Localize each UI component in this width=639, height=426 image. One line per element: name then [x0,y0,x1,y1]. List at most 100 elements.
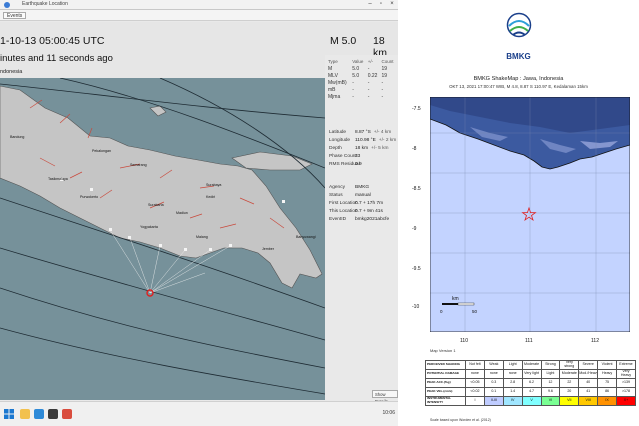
mag-type: Mjma [328,93,341,100]
mag-count: 19 [381,72,388,79]
intensity-cell: X+ [616,396,636,406]
legend-row-label: POTENTIAL DAMAGE [425,369,466,379]
legend-cell: <0.05 [465,378,485,388]
legend-cell: Light [502,360,523,370]
status-row: Status manual [329,193,371,198]
legend-cell: 86 [597,387,617,397]
place-label: Surabaya [206,183,221,187]
phase-count-row: Phase Count33 [329,154,361,159]
minimize-button[interactable]: – [366,1,374,8]
mag-unc: - [367,86,370,93]
rms-row: RMS Residual0.9 [329,162,362,167]
longitude-row: Longitude 110.98 °E +/- 2 km [329,138,397,143]
legend-cell: Strong [540,360,561,370]
scale-footnote: Scale based upon Worden et al. (2012) [430,418,491,422]
legend-cell: none [483,369,504,379]
bmkg-logo-icon [506,12,532,38]
table-row[interactable]: Mjma - - - [327,93,397,100]
depth-row: Depth 18 km +/- 5 km [329,146,389,151]
show-details-button[interactable]: Show Details [372,390,398,404]
legend-row-label: PERCEIVED SHAKING [425,360,466,370]
place-label: Yogyakarta [140,225,158,229]
lat-label: -9.5 [412,266,421,272]
mag-unc: 0.22 [367,72,378,79]
legend-cell: 9.6 [540,387,561,397]
legend-cell: Light [540,369,561,379]
start-icon[interactable] [4,409,14,419]
window-titlebar: Earthquake Location – ▫ × [0,0,398,10]
lon-label: 112 [591,338,599,344]
mag-value: - [352,86,354,93]
folder-icon[interactable] [20,409,30,419]
shakemap-title: BMKG ShakeMap : Jawa, Indonesia [473,76,564,82]
latitude-row: Latitude 8.87 °S +/- 4 km [329,130,392,135]
browser-icon[interactable] [34,409,44,419]
terminal-icon[interactable] [48,409,58,419]
col-header: Value [352,59,364,64]
place-label: Banyuwangi [296,235,316,239]
intensity-cell: VIII [578,396,599,406]
close-button[interactable]: × [388,1,396,8]
legend-cell: 1.4 [502,387,523,397]
legend-row-intensity: INSTRUMENTAL INTENSITY I II-III IV V VI … [425,396,636,406]
legend-cell: Weak [483,360,504,370]
legend-cell: >178 [616,387,636,397]
legend-cell: Heavy [597,369,617,379]
intensity-cell: I [465,396,485,406]
maximize-button[interactable]: ▫ [377,1,385,8]
legend-cell: 6.2 [521,378,542,388]
event-map[interactable]: Bandung Tasikmalaya Pekalongan Semarang … [0,78,325,400]
table-row[interactable]: Mw(mB) - - - [327,79,397,86]
seismic-app-window: Earthquake Location – ▫ × Events 1-10-13… [0,0,398,426]
scale-tick-50: 50 [472,309,478,314]
legend-row-label: PEAK VEL.(cm/s) [425,387,466,397]
taskbar: 10:06 [0,401,398,426]
mag-count: - [381,86,384,93]
mag-unc: - [367,93,370,100]
seismic-app-icon[interactable] [62,409,72,419]
col-header: Count [381,59,394,64]
agency-row: Agency BMKG [329,185,370,190]
legend-row-label: PEAK ACC.(%g) [425,378,466,388]
legend-cell: Extreme [616,360,636,370]
mag-unc: - [367,79,370,86]
place-label: Jember [262,247,275,251]
legend-cell: none [465,369,485,379]
place-label: Surakarta [148,203,164,207]
shakemap-subtitle: OKT 13, 2021 17:00:47 WIB, M 4.8, 8.87 S… [449,84,588,89]
tray-clock: 10:06 [382,410,395,416]
mag-value: - [352,93,354,100]
legend-cell: Very strong [559,360,580,370]
legend-cell: Moderate [559,369,580,379]
legend-row-damage: POTENTIAL DAMAGE none none none Very lig… [425,369,636,379]
intensity-cell: IV [502,396,523,406]
this-location-row: This Location0.7 + 9m 41s [329,209,383,214]
table-row[interactable]: M 5.0 - 19 [327,65,397,72]
legend-cell: Severe [578,360,599,370]
app-icon [4,2,10,8]
mag-unc: - [367,65,370,72]
legend-cell: 41 [578,387,599,397]
table-row[interactable]: mB - - - [327,86,397,93]
shakemap-plot: km 0 50 [430,97,630,332]
legend-cell: Very light [521,369,542,379]
legend-cell: 22 [559,378,580,388]
intensity-legend: PERCEIVED SHAKING Not felt Weak Light Mo… [425,360,636,406]
event-id-row: EventID bmkg2021abcfe [329,217,390,222]
lon-label: 111 [525,338,533,344]
events-button[interactable]: Events [3,12,27,19]
legend-cell: Not felt [465,360,485,370]
magnitude-value: M 5.0 [330,35,357,47]
mag-type: M [328,65,333,72]
legend-cell: <0.02 [465,387,485,397]
table-row[interactable]: MLV 5.0 0.22 19 [327,72,397,79]
legend-cell: 20 [559,387,580,397]
lat-label: -8 [412,146,417,152]
map-version: Map Version 1 [430,348,456,353]
legend-cell: 4.7 [521,387,542,397]
lat-label: -8.5 [412,186,421,192]
legend-cell: >139 [616,378,636,388]
magnitude-table: Type Value +/- Count M 5.0 - 19 MLV 5.0 … [327,58,397,100]
origin-time: 1-10-13 05:00:45 UTC [0,35,105,47]
place-label: Kediri [206,195,215,199]
